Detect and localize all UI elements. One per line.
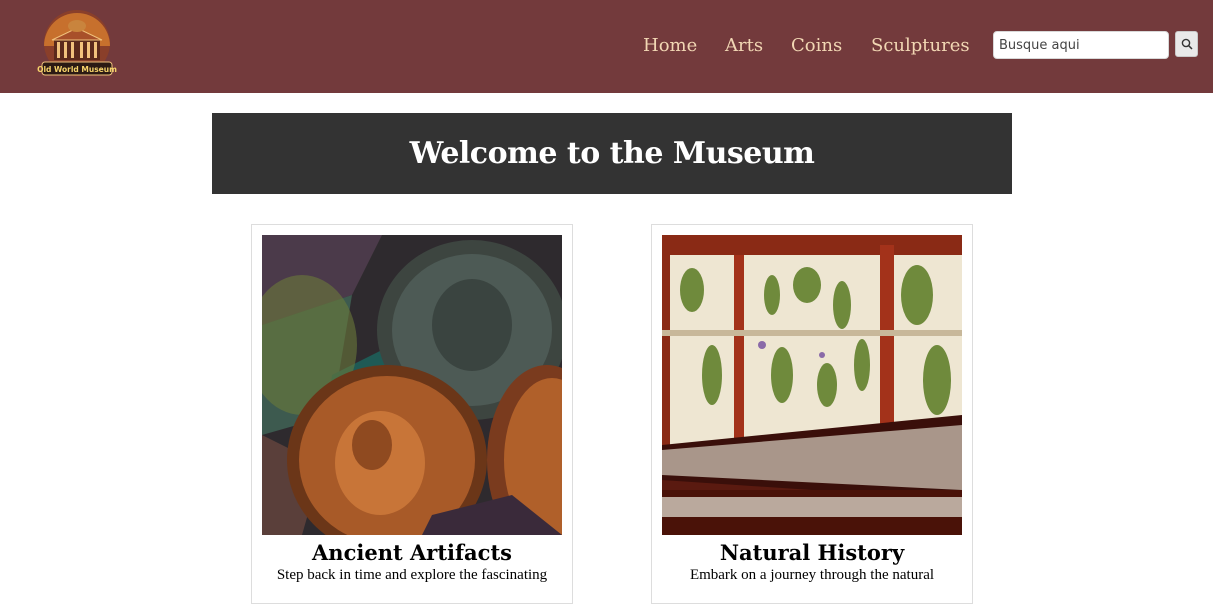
- header-bar: Old World Museum Home Arts Coins Sculptu…: [0, 0, 1213, 93]
- card-title: Ancient Artifacts: [312, 540, 512, 565]
- welcome-banner: Welcome to the Museum: [212, 113, 1012, 194]
- card-description: Step back in time and explore the fascin…: [276, 567, 548, 583]
- ancient-coins-image[interactable]: [262, 235, 562, 535]
- search-input[interactable]: [993, 31, 1169, 59]
- nav-arts[interactable]: Arts: [725, 34, 763, 58]
- card-description: Embark on a journey through the natural: [689, 567, 935, 583]
- search-icon: [1181, 38, 1193, 50]
- page-title: Welcome to the Museum: [409, 136, 815, 171]
- nav-sculptures[interactable]: Sculptures: [871, 34, 970, 58]
- card-ancient-artifacts[interactable]: Ancient Artifacts Step back in time and …: [251, 224, 573, 604]
- natural-history-image[interactable]: [662, 235, 962, 535]
- museum-logo[interactable]: Old World Museum: [36, 6, 118, 80]
- search-button[interactable]: [1175, 31, 1198, 57]
- card-natural-history[interactable]: Natural History Embark on a journey thro…: [651, 224, 973, 604]
- logo-text: Old World Museum: [37, 65, 117, 74]
- nav-coins[interactable]: Coins: [791, 34, 842, 58]
- nav-home[interactable]: Home: [643, 34, 697, 58]
- card-title: Natural History: [719, 540, 905, 565]
